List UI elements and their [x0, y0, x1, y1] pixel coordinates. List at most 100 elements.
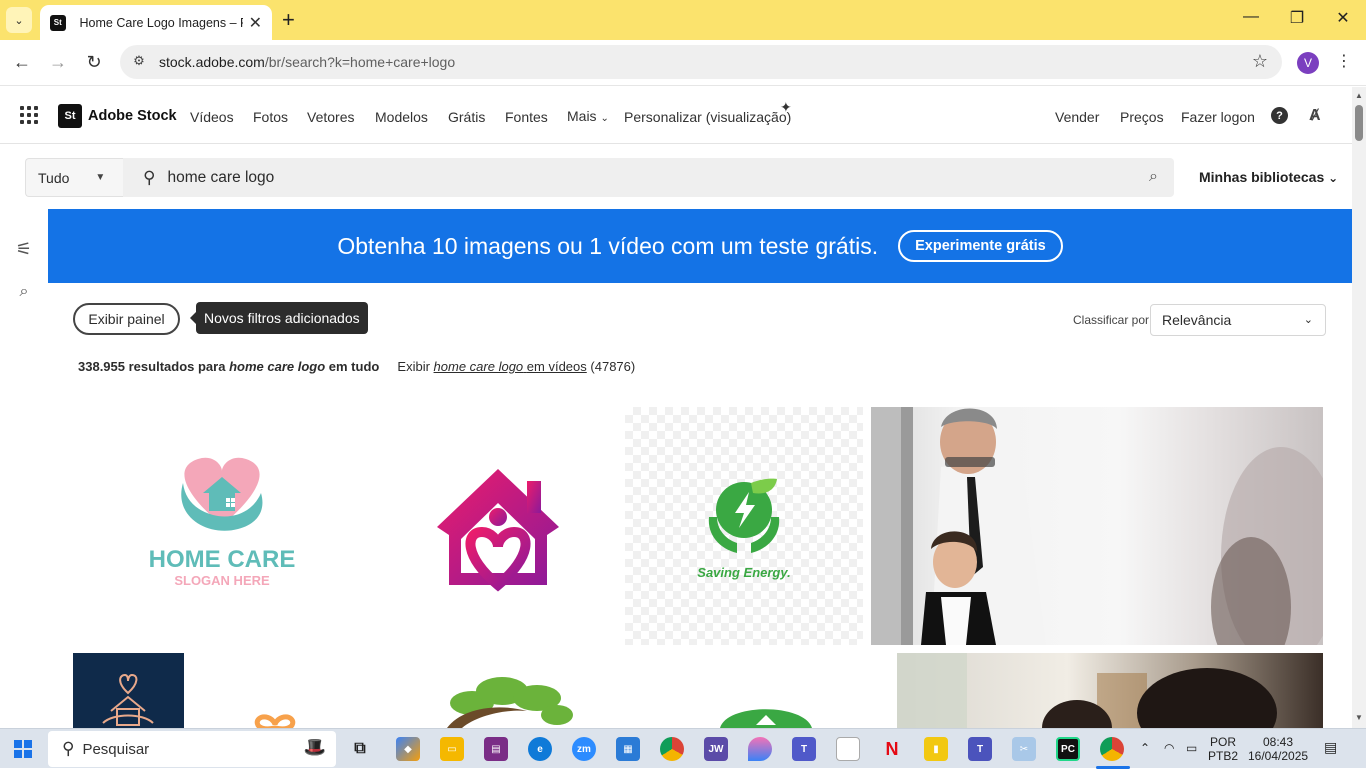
- pycharm-icon[interactable]: PC: [1056, 737, 1080, 761]
- search-highlight-icon: 🎩: [303, 737, 326, 757]
- search-query: home care logo: [167, 168, 275, 186]
- result-tile[interactable]: [642, 653, 889, 728]
- video-results-link[interactable]: home care logo em vídeos: [434, 359, 587, 374]
- teams-work-icon[interactable]: T: [968, 737, 992, 761]
- nav-fonts[interactable]: Fontes: [505, 109, 548, 125]
- result-tile[interactable]: HOME CARE SLOGAN HERE: [73, 407, 371, 645]
- filters-icon[interactable]: ⚟: [12, 239, 36, 260]
- scroll-down-arrow-icon[interactable]: ▼: [1353, 713, 1365, 722]
- browser-toolbar: ← → ↻ ⚙ stock.adobe.com/br/search?k=home…: [0, 40, 1366, 86]
- chevron-down-icon: ⌄: [600, 113, 609, 124]
- browser-menu-icon[interactable]: ⋮: [1336, 51, 1352, 71]
- zoom-icon[interactable]: zm: [572, 737, 596, 761]
- result-tile[interactable]: [192, 653, 379, 728]
- snipping-tool-icon[interactable]: ✂: [1012, 737, 1036, 761]
- help-icon[interactable]: ?: [1271, 107, 1288, 124]
- notifications-icon[interactable]: ▤: [1324, 740, 1337, 754]
- nav-vectors[interactable]: Vetores: [307, 109, 354, 125]
- search-icon: ⚲: [143, 167, 156, 187]
- green-circle-logo-image: [720, 709, 812, 728]
- tab-close-icon[interactable]: ✕: [249, 13, 262, 33]
- adobe-stock-logo[interactable]: St Adobe Stock: [58, 104, 177, 128]
- browser-tab-active[interactable]: St Home Care Logo Imagens – Procurar ✕: [40, 5, 272, 40]
- chrome-icon[interactable]: [660, 737, 684, 761]
- brand-name: Adobe Stock: [88, 108, 177, 124]
- scroll-up-arrow-icon[interactable]: ▲: [1353, 91, 1365, 100]
- adobe-logo-icon[interactable]: Ⱥ: [1309, 107, 1321, 125]
- windows-taskbar: ⚲ Pesquisar 🎩 ⧉ ◆ ▭ ▤ e zm ▦ JW T N ▮ T …: [0, 728, 1366, 769]
- chevron-down-icon: ⌄: [1303, 314, 1313, 326]
- orange-heart-logo-image: [254, 714, 296, 728]
- visual-search-icon[interactable]: ⌕: [1149, 168, 1158, 186]
- address-bar[interactable]: ⚙ stock.adobe.com/br/search?k=home+care+…: [120, 45, 1282, 79]
- task-view-icon[interactable]: ⧉: [348, 737, 372, 761]
- tab-title: Home Care Logo Imagens – Procurar: [79, 15, 243, 30]
- profile-avatar[interactable]: V: [1297, 52, 1319, 74]
- nav-sell[interactable]: Vender: [1055, 109, 1099, 125]
- result-tile[interactable]: [387, 653, 634, 728]
- page-scrollbar[interactable]: [1352, 87, 1366, 728]
- clock[interactable]: 08:43 16/04/2025: [1248, 735, 1308, 763]
- result-tile[interactable]: [871, 407, 1323, 645]
- winrar-icon[interactable]: ▤: [484, 737, 508, 761]
- back-icon[interactable]: ←: [10, 52, 34, 73]
- minimize-button[interactable]: —: [1228, 8, 1274, 26]
- forward-icon[interactable]: →: [46, 52, 70, 73]
- result-tile[interactable]: [897, 653, 1323, 728]
- father-son-photo: [871, 407, 1323, 645]
- nav-more[interactable]: Mais ⌄: [567, 108, 609, 124]
- close-window-button[interactable]: ✕: [1320, 8, 1366, 28]
- people-photo: [897, 653, 1277, 728]
- nav-personalize[interactable]: Personalizar (visualização): [624, 109, 791, 125]
- language-indicator[interactable]: POR PTB2: [1208, 735, 1238, 763]
- teams-icon[interactable]: T: [792, 737, 816, 761]
- my-libraries-dropdown[interactable]: Minhas bibliotecas ⌄: [1199, 169, 1338, 185]
- search-scope-select[interactable]: Tudo ▼: [25, 158, 123, 197]
- site-header: St Adobe Stock Vídeos Fotos Vetores Mode…: [0, 87, 1352, 144]
- url-text: stock.adobe.com/br/search?k=home+care+lo…: [159, 54, 456, 70]
- taskbar-search[interactable]: ⚲ Pesquisar 🎩: [48, 731, 336, 767]
- battery-icon[interactable]: ▭: [1186, 741, 1197, 755]
- copilot-icon[interactable]: ◆: [396, 737, 420, 761]
- chrome-profile-icon[interactable]: [1100, 737, 1124, 761]
- nav-videos[interactable]: Vídeos: [190, 109, 234, 125]
- netflix-icon[interactable]: N: [880, 737, 904, 761]
- visual-search-rail-icon[interactable]: ⌕: [12, 283, 36, 301]
- st-badge: St: [58, 104, 82, 128]
- result-tile[interactable]: Saving Energy.: [625, 407, 863, 645]
- power-bi-icon[interactable]: ▮: [924, 737, 948, 761]
- reload-icon[interactable]: ↻: [82, 52, 106, 73]
- try-free-button[interactable]: Experimente grátis: [898, 230, 1063, 262]
- nav-free[interactable]: Grátis: [448, 109, 485, 125]
- new-tab-button[interactable]: +: [282, 7, 295, 33]
- scrollbar-thumb[interactable]: [1355, 105, 1363, 141]
- tab-search-menu-button[interactable]: ⌄: [6, 7, 32, 33]
- show-panel-button[interactable]: Exibir painel: [73, 303, 180, 335]
- nav-pricing[interactable]: Preços: [1120, 109, 1164, 125]
- search-input[interactable]: ⚲ home care logo ⌕: [123, 158, 1174, 197]
- result-tile[interactable]: [73, 653, 184, 728]
- notepad-icon[interactable]: [836, 737, 860, 761]
- bookmark-star-icon[interactable]: ☆: [1252, 51, 1268, 72]
- show-hidden-icons-icon[interactable]: ⌃: [1140, 741, 1150, 755]
- adobe-stock-favicon: St: [50, 14, 66, 31]
- app-switcher-icon[interactable]: [20, 106, 38, 124]
- edge-icon[interactable]: e: [528, 737, 552, 761]
- site-settings-icon[interactable]: ⚙: [130, 53, 148, 71]
- sort-select[interactable]: Relevância ⌄: [1150, 304, 1326, 336]
- logo-caption: Saving Energy.: [697, 565, 790, 580]
- windows-start-icon[interactable]: [14, 740, 32, 758]
- restore-button[interactable]: ❐: [1274, 8, 1320, 28]
- scope-value: Tudo: [38, 169, 70, 186]
- store-icon[interactable]: ▦: [616, 737, 640, 761]
- wifi-icon[interactable]: ◠: [1164, 741, 1174, 755]
- drop-app-icon[interactable]: [748, 737, 772, 761]
- file-explorer-icon[interactable]: ▭: [440, 737, 464, 761]
- nav-photos[interactable]: Fotos: [253, 109, 288, 125]
- nav-templates[interactable]: Modelos: [375, 109, 428, 125]
- sign-in-link[interactable]: Fazer logon: [1181, 109, 1255, 125]
- jw-library-icon[interactable]: JW: [704, 737, 728, 761]
- result-tile[interactable]: [379, 407, 617, 645]
- tree-logo-image: [447, 677, 573, 728]
- chevron-down-icon: ⌄: [14, 14, 24, 27]
